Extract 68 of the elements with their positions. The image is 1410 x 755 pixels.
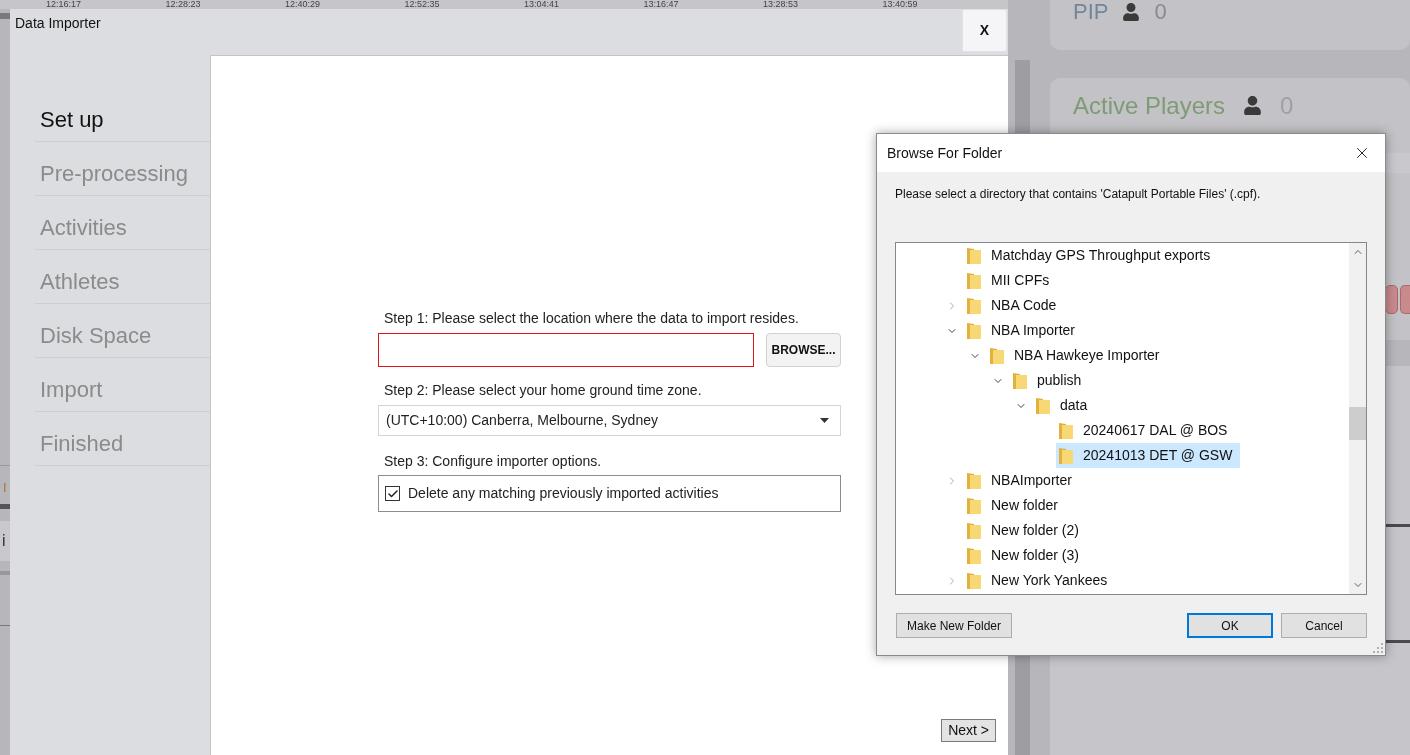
checkbox[interactable]: [385, 486, 400, 501]
folder-icon: [967, 572, 981, 589]
folder-icon: [967, 472, 981, 489]
axis-label: 12:28:23: [165, 0, 201, 9]
background-text: i: [1, 532, 6, 550]
folder-icon: [1059, 422, 1073, 439]
tree-item[interactable]: NBAImporter: [964, 468, 1080, 493]
instruction-text: Please select a directory that contains 'Catapult Portable Files' (.cpf).: [895, 186, 1262, 202]
pill-marker: [1400, 285, 1410, 314]
folder-icon: [967, 272, 981, 289]
tree-item[interactable]: data: [1033, 393, 1096, 418]
folder-icon: [967, 297, 981, 314]
dialog-button[interactable]: Make New Folder: [896, 613, 1013, 638]
tree-item[interactable]: New York Yankees: [964, 568, 1116, 593]
person-icon: [1122, 3, 1141, 21]
location-field[interactable]: [378, 333, 754, 367]
folder-icon: [1059, 447, 1073, 464]
background-bar: [0, 13, 10, 19]
tree-item[interactable]: New folder (2): [964, 518, 1087, 543]
tree-item[interactable]: 20240617 DAL @ BOS: [1056, 418, 1236, 443]
dialog-title: Browse For Folder: [887, 143, 1003, 163]
step-label: Step 1: Please select the location where the data to import resides.: [383, 309, 800, 327]
axis-label: 12:52:35: [404, 0, 440, 9]
axis-label: 13:40:59: [882, 0, 918, 9]
tree-item[interactable]: NBA Code: [964, 293, 1065, 318]
folder-icon: [967, 247, 981, 264]
folder-icon: [1036, 397, 1050, 414]
axis-label: 12:40:29: [285, 0, 321, 9]
folder-icon: [967, 547, 981, 564]
background-text: I: [2, 480, 8, 495]
card-count: 0: [1154, 0, 1167, 24]
tree-item[interactable]: 20241013 DET @ GSW: [1056, 443, 1241, 468]
tree-item[interactable]: NBA Hawkeye Importer: [987, 343, 1168, 368]
check-icon: [386, 487, 399, 500]
dialog-button[interactable]: Cancel: [1281, 613, 1367, 638]
tree-item[interactable]: MII CPFs: [964, 268, 1058, 293]
tree-item[interactable]: New folder: [964, 493, 1066, 518]
card-title: PIP: [1073, 0, 1109, 24]
next-button[interactable]: Next >: [941, 719, 996, 742]
background-bar: [0, 504, 10, 509]
caret-down-icon: [820, 418, 829, 423]
step-label: Step 3: Configure importer options.: [383, 452, 603, 470]
folder-icon: [967, 522, 981, 539]
tree-item[interactable]: New folder (3): [964, 543, 1087, 568]
folder-icon: [990, 347, 1004, 364]
sidebar-item[interactable]: Set up: [35, 107, 104, 133]
card-title: Active Players: [1073, 91, 1226, 120]
folder-icon: [1013, 372, 1027, 389]
tree-item[interactable]: publish: [1010, 368, 1090, 393]
step-label: Step 2: Please select your home ground time zone.: [383, 381, 703, 399]
timezone-select[interactable]: (UTC+10:00) Canberra, Melbourne, Sydney: [378, 405, 841, 436]
resize-grip-icon: [1373, 643, 1383, 653]
close-button[interactable]: X: [962, 9, 1007, 52]
scrollbar[interactable]: [1349, 243, 1366, 594]
folder-icon: [967, 497, 981, 514]
checkbox-label: Delete any matching previously imported activities: [408, 484, 719, 503]
browse-button[interactable]: BROWSE...: [766, 333, 841, 367]
axis-label: 13:16:47: [643, 0, 679, 9]
tree-item[interactable]: NBA Importer: [964, 318, 1084, 343]
scrollbar-thumb[interactable]: [1349, 407, 1366, 440]
folder-icon: [967, 322, 981, 339]
axis-label: 13:04:41: [524, 0, 560, 9]
person-icon: [1243, 96, 1263, 115]
tree-item[interactable]: Matchday GPS Throughput exports: [964, 243, 1219, 268]
dialog-button[interactable]: OK: [1187, 613, 1273, 638]
axis-label: 12:16:17: [46, 0, 82, 9]
axis-label: 13:28:53: [763, 0, 799, 9]
window-title: Data Importer: [15, 14, 101, 32]
